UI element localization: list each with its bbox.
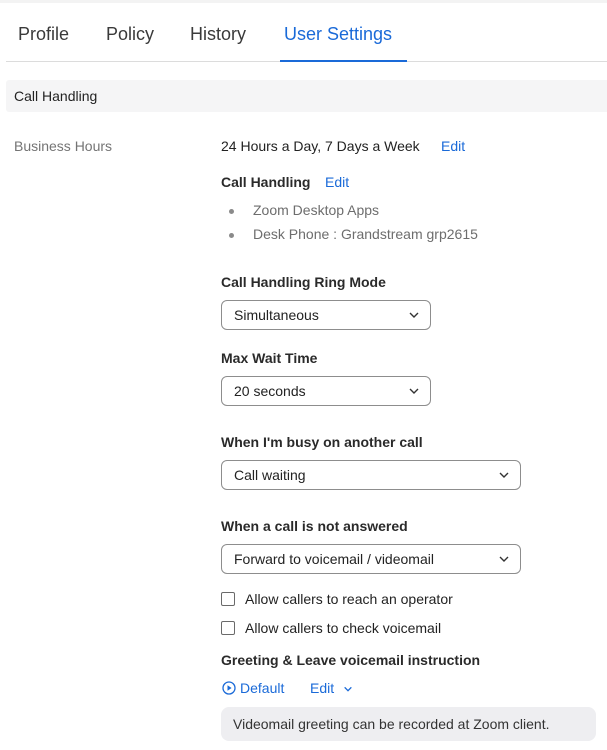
business-hours-value: 24 Hours a Day, 7 Days a Week — [221, 138, 420, 154]
tab-user-settings[interactable]: User Settings — [284, 24, 392, 45]
greeting-default-link[interactable]: Default — [240, 680, 284, 696]
not-answered-value: Forward to voicemail / videomail — [234, 551, 434, 567]
top-border — [0, 0, 607, 3]
ring-mode-label: Call Handling Ring Mode — [221, 274, 386, 290]
tab-bar: Profile Policy History User Settings — [0, 12, 607, 64]
max-wait-label: Max Wait Time — [221, 350, 318, 366]
not-answered-label: When a call is not answered — [221, 518, 408, 534]
videomail-note: Videomail greeting can be recorded at Zo… — [221, 707, 596, 741]
voicemail-checkbox[interactable] — [221, 621, 235, 635]
greeting-edit-link[interactable]: Edit — [310, 680, 353, 696]
operator-checkbox[interactable] — [221, 592, 235, 606]
chevron-down-icon — [409, 312, 419, 318]
device-list-item: Zoom Desktop Apps — [229, 202, 379, 218]
business-hours-edit-link[interactable]: Edit — [441, 138, 465, 154]
tab-history[interactable]: History — [190, 24, 246, 45]
max-wait-select[interactable]: 20 seconds — [221, 376, 431, 406]
play-circle-icon[interactable] — [222, 681, 236, 695]
chevron-down-icon — [499, 472, 509, 478]
section-title: Call Handling — [14, 88, 98, 104]
not-answered-select[interactable]: Forward to voicemail / videomail — [221, 544, 521, 574]
videomail-note-text: Videomail greeting can be recorded at Zo… — [233, 716, 550, 732]
ring-mode-value: Simultaneous — [234, 307, 319, 323]
device-name: Desk Phone : Grandstream grp2615 — [253, 226, 478, 242]
chevron-down-icon — [344, 687, 352, 692]
active-tab-indicator — [280, 60, 407, 62]
call-handling-edit-link[interactable]: Edit — [325, 174, 349, 190]
device-list-item: Desk Phone : Grandstream grp2615 — [229, 226, 478, 242]
greeting-title: Greeting & Leave voicemail instruction — [221, 652, 481, 668]
tab-profile[interactable]: Profile — [18, 24, 69, 45]
operator-checkbox-label[interactable]: Allow callers to reach an operator — [245, 591, 453, 607]
busy-label: When I'm busy on another call — [221, 434, 423, 450]
section-header: Call Handling — [6, 80, 607, 112]
busy-value: Call waiting — [234, 467, 306, 483]
greeting-edit-label: Edit — [310, 680, 335, 696]
chevron-down-icon — [499, 556, 509, 562]
busy-select[interactable]: Call waiting — [221, 460, 521, 490]
business-hours-label: Business Hours — [14, 138, 113, 154]
device-name: Zoom Desktop Apps — [253, 202, 380, 218]
chevron-down-icon — [409, 388, 419, 394]
max-wait-value: 20 seconds — [234, 383, 306, 399]
tab-policy[interactable]: Policy — [106, 24, 154, 45]
call-handling-title: Call Handling — [221, 174, 311, 190]
voicemail-checkbox-label[interactable]: Allow callers to check voicemail — [245, 620, 441, 636]
ring-mode-select[interactable]: Simultaneous — [221, 300, 431, 330]
